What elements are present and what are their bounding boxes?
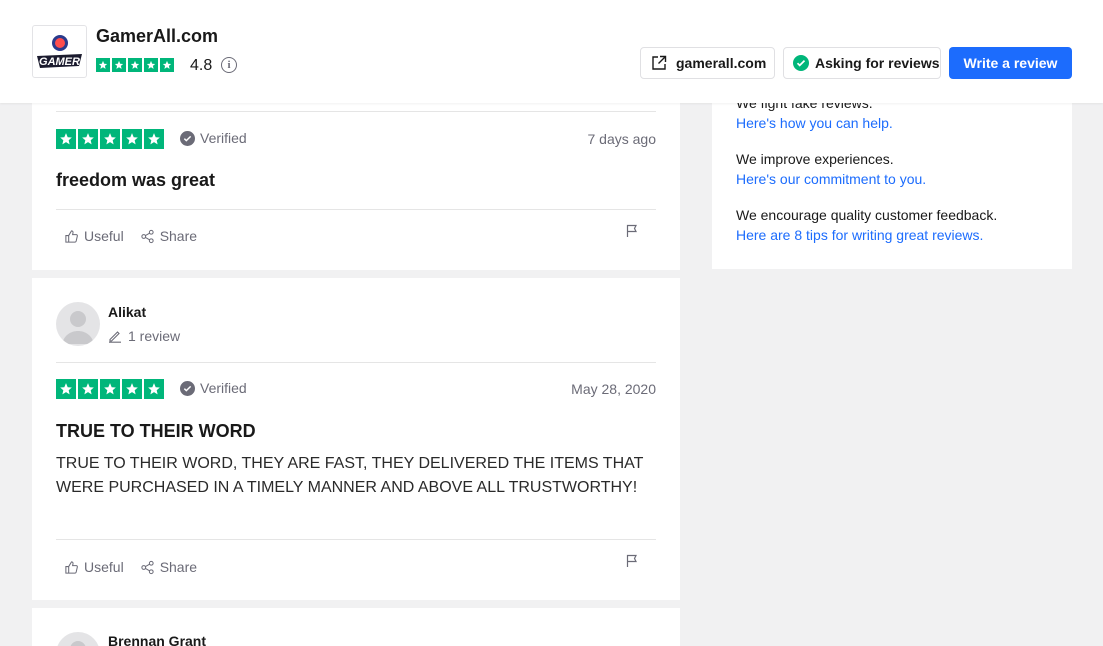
review-title[interactable]: freedom was great bbox=[56, 170, 215, 191]
asking-label: Asking for reviews bbox=[815, 55, 940, 71]
reviewer-name[interactable]: Brennan Grant bbox=[108, 633, 206, 646]
useful-button[interactable]: Useful bbox=[64, 559, 124, 575]
check-icon bbox=[180, 130, 195, 146]
info-icon[interactable]: i bbox=[221, 57, 237, 73]
review-card: Alikat 1 review Verified May 28, 2020 TR… bbox=[32, 278, 680, 600]
flag-icon[interactable] bbox=[626, 554, 638, 568]
review-count: 1 review bbox=[108, 328, 180, 344]
thumbs-up-icon bbox=[65, 560, 78, 574]
share-label: Share bbox=[159, 228, 198, 244]
logo-text: GAMER bbox=[39, 56, 80, 68]
share-button[interactable]: Share bbox=[140, 228, 197, 244]
useful-label: Useful bbox=[84, 559, 124, 575]
useful-label: Useful bbox=[84, 228, 124, 244]
asking-for-reviews-badge[interactable]: Asking for reviews bbox=[783, 47, 941, 79]
flag-icon[interactable] bbox=[626, 224, 638, 238]
star-icon bbox=[56, 379, 76, 399]
trust-link[interactable]: Here's our commitment to you. bbox=[736, 169, 926, 189]
review-title[interactable]: TRUE TO THEIR WORD bbox=[56, 421, 256, 442]
share-icon bbox=[141, 229, 154, 243]
pencil-icon bbox=[109, 331, 121, 343]
star-icon bbox=[144, 129, 164, 149]
trust-info-card: We fight fake reviews. Here's how you ca… bbox=[712, 80, 1072, 269]
star-icon bbox=[160, 58, 174, 72]
check-icon bbox=[180, 380, 195, 396]
verified-badge[interactable]: Verified bbox=[180, 130, 247, 146]
write-review-button[interactable]: Write a review bbox=[949, 47, 1072, 79]
company-header: GAMER GamerAll.com 4.8 i gamerall.com As… bbox=[0, 0, 1103, 103]
reviewer-name[interactable]: Alikat bbox=[108, 304, 146, 320]
star-icon bbox=[122, 379, 142, 399]
verified-label: Verified bbox=[200, 130, 247, 146]
review-card: Verified 7 days ago freedom was great Us… bbox=[32, 98, 680, 270]
share-label: Share bbox=[159, 559, 198, 575]
external-link-icon bbox=[652, 55, 667, 70]
review-count-label: 1 review bbox=[128, 328, 181, 344]
review-date: May 28, 2020 bbox=[571, 381, 656, 397]
trust-text: We encourage quality customer feedback. bbox=[736, 207, 998, 223]
review-card: Brennan Grant bbox=[32, 608, 680, 646]
trust-link[interactable]: Here's how you can help. bbox=[736, 113, 893, 133]
verified-label: Verified bbox=[200, 380, 247, 396]
star-icon bbox=[96, 58, 110, 72]
star-icon bbox=[56, 129, 76, 149]
avatar[interactable] bbox=[56, 632, 100, 646]
share-icon bbox=[141, 560, 154, 574]
divider bbox=[56, 539, 656, 540]
review-actions: Useful Share bbox=[64, 559, 197, 575]
review-body: TRUE TO THEIR WORD, THEY ARE FAST, THEY … bbox=[56, 455, 644, 496]
star-icon bbox=[128, 58, 142, 72]
review-actions: Useful Share bbox=[64, 228, 197, 244]
check-circle-icon bbox=[793, 55, 809, 71]
visit-website-button[interactable]: gamerall.com bbox=[640, 47, 775, 79]
verified-badge[interactable]: Verified bbox=[180, 380, 247, 396]
star-icon bbox=[144, 379, 164, 399]
star-icon bbox=[144, 58, 158, 72]
divider bbox=[56, 209, 656, 210]
star-rating bbox=[56, 379, 164, 399]
trust-link[interactable]: Here are 8 tips for writing great review… bbox=[736, 225, 983, 245]
star-icon bbox=[78, 129, 98, 149]
star-rating bbox=[56, 129, 164, 149]
star-icon bbox=[100, 129, 120, 149]
trust-score: 4.8 bbox=[190, 57, 213, 74]
star-icon bbox=[78, 379, 98, 399]
thumbs-up-icon bbox=[65, 229, 78, 243]
company-name[interactable]: GamerAll.com bbox=[96, 26, 218, 47]
star-icon bbox=[122, 129, 142, 149]
share-button[interactable]: Share bbox=[140, 559, 197, 575]
review-date: 7 days ago bbox=[587, 131, 657, 147]
star-icon bbox=[112, 58, 126, 72]
trust-text: We improve experiences. bbox=[736, 151, 894, 167]
website-label: gamerall.com bbox=[676, 55, 767, 71]
useful-button[interactable]: Useful bbox=[64, 228, 124, 244]
divider bbox=[56, 362, 656, 363]
divider bbox=[56, 111, 656, 112]
overall-star-rating bbox=[96, 58, 174, 72]
company-logo[interactable]: GAMER bbox=[32, 25, 87, 78]
avatar[interactable] bbox=[56, 302, 100, 346]
star-icon bbox=[100, 379, 120, 399]
